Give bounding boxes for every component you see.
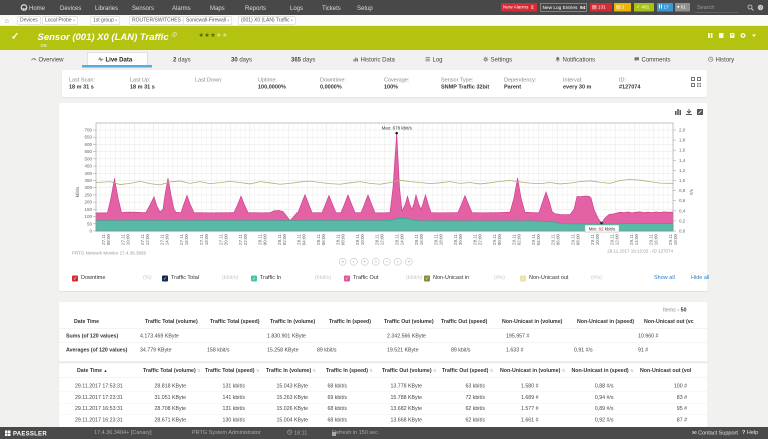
svg-text:0,2: 0,2	[679, 218, 686, 223]
svg-text:Min: 82 kbit/s: Min: 82 kbit/s	[589, 227, 616, 232]
svg-text:0,0: 0,0	[679, 229, 686, 234]
svg-text:50: 50	[87, 221, 93, 226]
svg-text:1,2: 1,2	[679, 168, 686, 173]
svg-text:150: 150	[84, 207, 92, 212]
svg-text:06:00: 06:00	[556, 234, 561, 246]
svg-text:00:00: 00:00	[262, 234, 267, 246]
svg-text:0,8: 0,8	[679, 188, 686, 193]
svg-text:29.11: 29.11	[570, 234, 575, 245]
svg-text:29.11: 29.11	[629, 234, 634, 245]
svg-text:1,4: 1,4	[679, 158, 686, 163]
svg-text:28.11: 28.11	[473, 234, 478, 245]
svg-text:400: 400	[84, 171, 92, 176]
svg-text:18:00: 18:00	[673, 234, 678, 246]
svg-text:14:00: 14:00	[165, 234, 170, 246]
svg-text:28.11: 28.11	[394, 234, 399, 245]
svg-text:00:00: 00:00	[497, 234, 502, 246]
svg-text:0: 0	[89, 229, 92, 234]
svg-text:18:00: 18:00	[438, 234, 443, 246]
svg-text:16:00: 16:00	[419, 234, 424, 246]
svg-text:650: 650	[84, 135, 92, 140]
svg-text:29.11: 29.11	[590, 234, 595, 245]
svg-text:29.11: 29.11	[648, 234, 653, 245]
svg-text:29.11: 29.11	[551, 234, 556, 245]
svg-text:27.11: 27.11	[199, 234, 204, 245]
svg-text:29.11.2017 18:12:02 - ID 12707: 29.11.2017 18:12:02 - ID 127074	[607, 249, 673, 254]
svg-text:02:00: 02:00	[282, 234, 287, 246]
svg-text:#/s: #/s	[689, 188, 694, 195]
svg-text:10:00: 10:00	[595, 234, 600, 246]
svg-text:18:00: 18:00	[204, 234, 209, 246]
svg-text:100: 100	[84, 214, 92, 219]
svg-text:27.11: 27.11	[140, 234, 145, 245]
svg-text:27.11: 27.11	[121, 234, 126, 245]
svg-text:04:00: 04:00	[302, 234, 307, 246]
svg-text:12:00: 12:00	[614, 234, 619, 246]
svg-text:600: 600	[84, 142, 92, 147]
svg-text:0,4: 0,4	[679, 208, 686, 213]
svg-text:700: 700	[84, 128, 92, 133]
svg-text:29.11: 29.11	[531, 234, 536, 245]
svg-text:08:00: 08:00	[341, 234, 346, 246]
svg-text:20:00: 20:00	[223, 234, 228, 246]
svg-text:10:00: 10:00	[126, 234, 131, 246]
svg-text:Max: 678 kbit/s: Max: 678 kbit/s	[382, 126, 413, 131]
svg-text:500: 500	[84, 156, 92, 161]
svg-text:29.11: 29.11	[609, 234, 614, 245]
svg-text:450: 450	[84, 164, 92, 169]
svg-text:250: 250	[84, 192, 92, 197]
svg-text:350: 350	[84, 178, 92, 183]
svg-text:1,6: 1,6	[679, 148, 686, 153]
svg-text:kbit/s: kbit/s	[75, 186, 80, 197]
svg-text:28.11: 28.11	[453, 234, 458, 245]
svg-text:28.11: 28.11	[297, 234, 302, 245]
svg-text:2,0: 2,0	[679, 128, 686, 133]
svg-text:300: 300	[84, 185, 92, 190]
svg-text:1,0: 1,0	[679, 178, 686, 183]
svg-text:22:00: 22:00	[478, 234, 483, 246]
svg-text:29.11: 29.11	[512, 234, 517, 245]
svg-text:PRTG Network Monitor 17.4.36.3: PRTG Network Monitor 17.4.36.3669	[72, 251, 146, 256]
svg-text:1,8: 1,8	[679, 138, 686, 143]
svg-text:28.11: 28.11	[336, 234, 341, 245]
svg-text:16:00: 16:00	[653, 234, 658, 246]
svg-text:28.11: 28.11	[433, 234, 438, 245]
svg-text:14:00: 14:00	[399, 234, 404, 246]
svg-text:04:00: 04:00	[536, 234, 541, 246]
svg-text:08:00: 08:00	[575, 234, 580, 246]
svg-text:28.11: 28.11	[257, 234, 262, 245]
svg-text:0,6: 0,6	[679, 198, 686, 203]
svg-text:12:00: 12:00	[145, 234, 150, 246]
svg-text:27.11: 27.11	[101, 234, 106, 245]
svg-text:27.11: 27.11	[218, 234, 223, 245]
svg-text:27.11: 27.11	[179, 234, 184, 245]
svg-text:10:00: 10:00	[360, 234, 365, 246]
svg-text:27.11: 27.11	[160, 234, 165, 245]
svg-text:20:00: 20:00	[458, 234, 463, 246]
svg-text:08:00: 08:00	[106, 234, 111, 246]
svg-text:29.11: 29.11	[492, 234, 497, 245]
svg-text:28.11: 28.11	[414, 234, 419, 245]
svg-text:28.11: 28.11	[355, 234, 360, 245]
svg-text:28.11: 28.11	[277, 234, 282, 245]
svg-text:550: 550	[84, 149, 92, 154]
svg-text:14:00: 14:00	[634, 234, 639, 246]
svg-text:06:00: 06:00	[321, 234, 326, 246]
svg-text:16:00: 16:00	[184, 234, 189, 246]
svg-text:29.11: 29.11	[668, 234, 673, 245]
svg-text:12:00: 12:00	[380, 234, 385, 246]
svg-text:27.11: 27.11	[238, 234, 243, 245]
svg-text:02:00: 02:00	[517, 234, 522, 246]
svg-text:22:00: 22:00	[243, 234, 248, 246]
svg-text:28.11: 28.11	[375, 234, 380, 245]
svg-text:200: 200	[84, 200, 92, 205]
svg-text:28.11: 28.11	[316, 234, 321, 245]
